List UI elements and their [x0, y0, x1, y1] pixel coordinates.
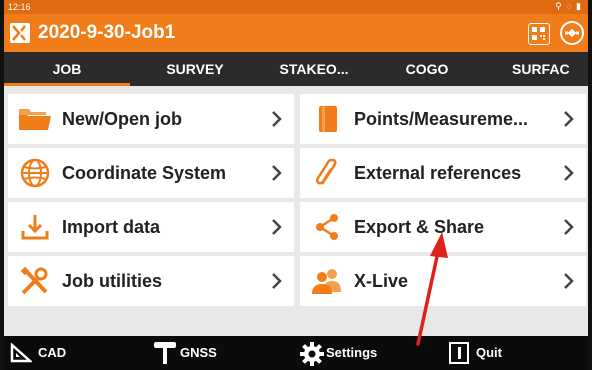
menu-import-data[interactable]: Import data	[8, 202, 294, 252]
paperclip-icon	[315, 158, 337, 185]
menu-external-references[interactable]: External references	[300, 148, 586, 198]
menu-label: Import data	[62, 217, 161, 237]
menu-label: New/Open job	[62, 109, 183, 129]
set-square-icon	[10, 343, 32, 363]
chevron-right-icon	[272, 273, 282, 289]
menu-label: X-Live	[354, 271, 409, 291]
menu-new-open-job[interactable]: New/Open job	[8, 94, 294, 144]
title-bar: 2020-9-30-Job1	[4, 14, 588, 52]
menu-label: Points/Measureme...	[354, 109, 529, 129]
menu-label: Job utilities	[62, 271, 163, 291]
bottom-bar: CAD GNSS Settings Quit	[4, 336, 588, 370]
app-logo-icon[interactable]	[10, 23, 30, 43]
tools-icon	[20, 266, 48, 295]
globe-icon	[20, 158, 50, 188]
cad-button[interactable]: CAD	[8, 336, 88, 370]
tab-job[interactable]: JOB	[4, 52, 130, 86]
tab-stakeout[interactable]: STAKEO...	[260, 52, 368, 86]
menu-coordinate-system[interactable]: Coordinate System	[8, 148, 294, 198]
settings-button[interactable]: Settings	[300, 336, 410, 370]
menu-x-live[interactable]: X-Live	[300, 256, 586, 306]
tab-cogo[interactable]: COGO	[368, 52, 486, 86]
menu-label: Coordinate System	[62, 163, 227, 183]
chevron-right-icon	[272, 219, 282, 235]
chevron-right-icon	[564, 273, 574, 289]
people-icon	[312, 269, 341, 294]
import-icon	[21, 215, 49, 240]
chevron-right-icon	[272, 165, 282, 181]
app-window: 12:16 ⚲ ◌ ▮ 2020-9-30-Job1 JOB SURVEY ST…	[4, 0, 588, 370]
settings-label: Settings	[326, 345, 378, 360]
menu-points-measurements[interactable]: Points/Measureme...	[300, 94, 586, 144]
menu-job-utilities[interactable]: Job utilities	[8, 256, 294, 306]
menu-export-share[interactable]: Export & Share	[300, 202, 586, 252]
quit-button[interactable]: Quit	[448, 336, 528, 370]
satellite-status-icon[interactable]	[560, 21, 584, 45]
qr-code-icon[interactable]	[528, 23, 550, 45]
status-bar: 12:16 ⚲ ◌ ▮	[4, 0, 588, 14]
chevron-right-icon	[564, 219, 574, 235]
menu-label: External references	[354, 163, 522, 183]
cad-label: CAD	[38, 345, 67, 360]
tab-survey[interactable]: SURVEY	[130, 52, 260, 86]
chevron-right-icon	[564, 111, 574, 127]
gnss-label: GNSS	[180, 345, 217, 360]
menu-label: Export & Share	[354, 217, 485, 237]
points-book-icon	[319, 106, 337, 132]
chevron-right-icon	[564, 165, 574, 181]
chevron-right-icon	[272, 111, 282, 127]
folder-icon	[19, 109, 51, 130]
status-icons: ⚲ ◌ ▮	[555, 1, 582, 11]
gear-icon	[300, 342, 324, 366]
clock: 12:16	[8, 2, 31, 12]
share-icon	[316, 214, 338, 240]
quit-label: Quit	[476, 345, 502, 360]
gnss-button[interactable]: GNSS	[152, 336, 242, 370]
gnss-receiver-icon	[154, 342, 176, 364]
job-title: 2020-9-30-Job1	[38, 22, 176, 43]
tab-surfaces[interactable]: SURFAC	[512, 52, 588, 86]
exit-door-icon	[449, 342, 469, 364]
tab-bar: JOB SURVEY STAKEO... COGO SURFAC	[4, 52, 588, 86]
